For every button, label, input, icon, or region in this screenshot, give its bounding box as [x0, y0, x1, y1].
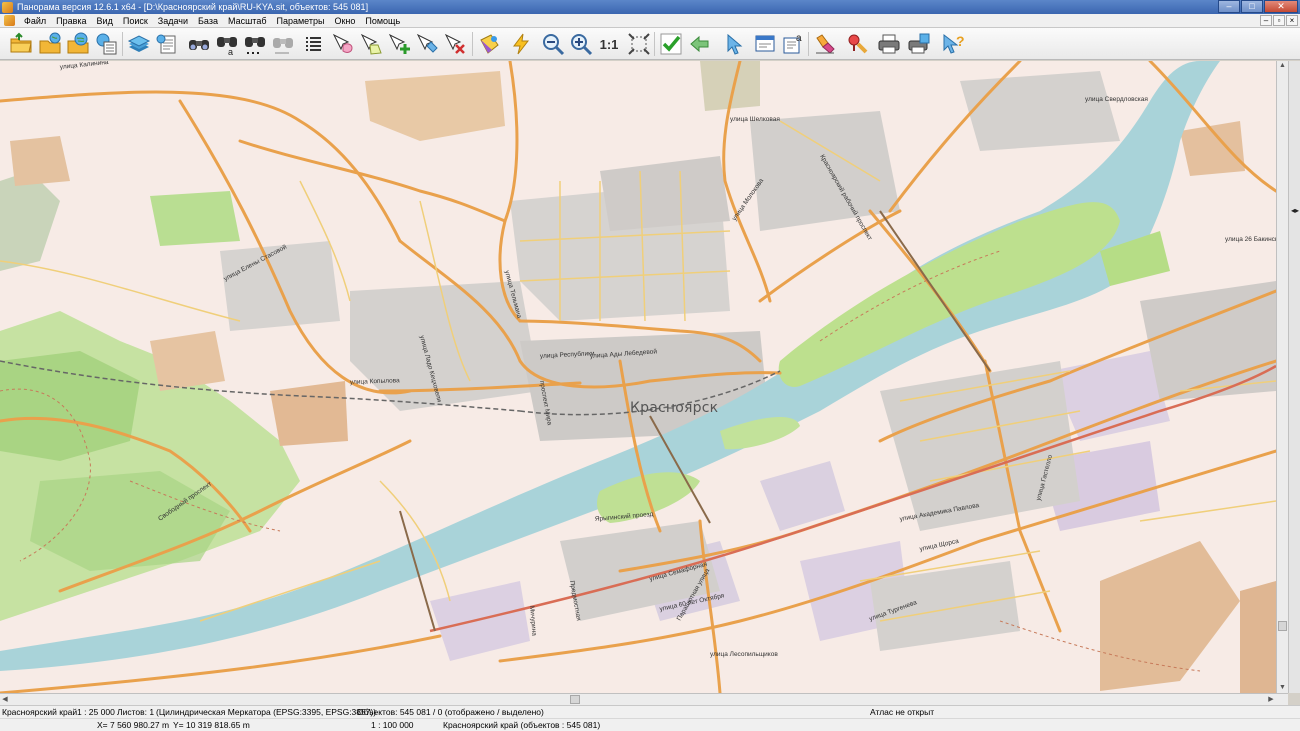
menu-edit[interactable]: Правка	[51, 14, 91, 28]
print-setup-icon[interactable]	[906, 31, 932, 57]
toolbar-separator	[472, 32, 473, 56]
menu-bar: Файл Правка Вид Поиск Задачи База Масшта…	[0, 14, 1300, 28]
svg-text:a: a	[796, 33, 802, 44]
back-arrow-icon[interactable]	[686, 31, 712, 57]
select-object-icon[interactable]	[330, 31, 356, 57]
lightning-icon[interactable]	[508, 31, 534, 57]
actual-scale-label: 1:1	[599, 36, 619, 52]
status-layer-info: Красноярский край (объектов : 545 081)	[443, 720, 601, 730]
map-legend-icon[interactable]	[154, 31, 180, 57]
edit-object-icon[interactable]	[414, 31, 440, 57]
street-label: улица Шелковая	[730, 116, 780, 123]
toolbar-separator	[122, 32, 123, 56]
status-projection: (Цилиндрическая Меркатора (EPSG:3395, EP…	[156, 707, 377, 717]
menu-file[interactable]: Файл	[19, 14, 51, 28]
menu-parameters[interactable]: Параметры	[271, 14, 329, 28]
printer-icon[interactable]	[876, 31, 902, 57]
menu-window[interactable]: Окно	[329, 14, 360, 28]
menu-tasks[interactable]: Задачи	[153, 14, 193, 28]
text-window-icon[interactable]: a	[780, 31, 806, 57]
select-area-icon[interactable]	[358, 31, 384, 57]
toolbar-separator	[808, 32, 809, 56]
city-label: Красноярск	[630, 400, 719, 416]
close-button[interactable]: ✕	[1264, 0, 1298, 13]
zoom-out-icon[interactable]	[540, 31, 566, 57]
status-sheets: Листов: 1	[117, 707, 155, 717]
check-icon[interactable]	[658, 31, 684, 57]
actual-scale-button[interactable]: 1:1	[596, 31, 622, 57]
place-marker-icon[interactable]	[844, 31, 870, 57]
binoculars-search-icon[interactable]: a	[214, 31, 240, 57]
open-folder-icon[interactable]	[8, 31, 34, 57]
binoculars-disabled-icon[interactable]	[270, 31, 296, 57]
fit-window-icon[interactable]	[626, 31, 652, 57]
help-icon[interactable]: ?	[940, 31, 966, 57]
doc-restore-button[interactable]: ▫	[1273, 15, 1285, 26]
map-view[interactable]: улица Калинина улица Елены Стасовой улица …	[0, 61, 1276, 693]
status-atlas: Атлас не открыт	[870, 707, 935, 717]
street-label: улица Лесопильщиков	[710, 651, 778, 658]
scroll-up-icon[interactable]: ▲	[1277, 61, 1288, 71]
horizontal-scroll-thumb[interactable]	[570, 695, 580, 704]
map-canvas[interactable]: улица Калининаулица Елены Стасовойулица …	[0, 61, 1276, 693]
menu-view[interactable]: Вид	[92, 14, 118, 28]
scroll-left-icon[interactable]: ◀	[0, 694, 10, 705]
status-scale: 1 : 25 000	[77, 707, 115, 717]
doc-close-button[interactable]: ×	[1286, 15, 1298, 26]
add-map-icon[interactable]	[65, 31, 91, 57]
document-icon[interactable]	[4, 15, 15, 26]
document-window-controls: – ▫ ×	[1259, 15, 1298, 26]
delete-object-icon[interactable]	[442, 31, 468, 57]
street-label: улица Свердловская	[1085, 96, 1148, 103]
menu-scale[interactable]: Масштаб	[223, 14, 272, 28]
street-label: улица 26 Бакинских комиссаров	[1225, 236, 1276, 243]
layers-icon[interactable]	[126, 31, 152, 57]
doc-minimize-button[interactable]: –	[1260, 15, 1272, 26]
status-bar-top: Красноярский край 1 : 25 000 Листов: 1 (…	[0, 705, 1300, 718]
add-object-icon[interactable]	[386, 31, 412, 57]
status-x-coordinate: X= 7 560 980.27 m	[97, 720, 170, 730]
paint-icon[interactable]	[476, 31, 502, 57]
open-map-icon[interactable]	[37, 31, 63, 57]
expand-panel-icon[interactable]: ◂▸	[1291, 206, 1299, 215]
toolbar-separator	[654, 32, 655, 56]
status-map-name: Красноярский край	[2, 707, 78, 717]
window-title: Панорама версия 12.6.1 x64 - [D:\Красноя…	[17, 2, 369, 12]
scroll-right-icon[interactable]: ▶	[1266, 694, 1276, 705]
binoculars-next-icon[interactable]	[242, 31, 268, 57]
binoculars-icon[interactable]	[186, 31, 212, 57]
status-objects: Объектов: 545 081 / 0 (отображено / выде…	[357, 707, 544, 717]
side-panel-strip[interactable]: ◂▸	[1288, 61, 1300, 693]
svg-text:?: ?	[956, 33, 965, 49]
svg-text:a: a	[228, 47, 233, 56]
horizontal-scrollbar[interactable]: ◀ ▶	[0, 693, 1288, 705]
status-scale-secondary: 1 : 100 000	[371, 720, 414, 730]
eraser-icon[interactable]	[812, 31, 838, 57]
menu-database[interactable]: База	[193, 14, 223, 28]
window-controls: – □ ✕	[1217, 0, 1298, 14]
app-icon	[2, 1, 13, 13]
toolbar: a 1:1 a ?	[0, 28, 1300, 60]
menu-help[interactable]: Помощь	[360, 14, 405, 28]
vertical-scroll-thumb[interactable]	[1278, 621, 1287, 631]
application-window: Панорама версия 12.6.1 x64 - [D:\Красноя…	[0, 0, 1300, 731]
list-icon[interactable]	[300, 31, 326, 57]
title-bar: Панорама версия 12.6.1 x64 - [D:\Красноя…	[0, 0, 1300, 14]
menu-search[interactable]: Поиск	[118, 14, 153, 28]
zoom-in-icon[interactable]	[568, 31, 594, 57]
minimize-button[interactable]: –	[1218, 0, 1240, 13]
vertical-scrollbar[interactable]: ▲ ▼	[1276, 61, 1288, 693]
status-y-coordinate: Y= 10 319 818.65 m	[173, 720, 250, 730]
pointer-icon[interactable]	[720, 31, 746, 57]
status-bar-bottom: X= 7 560 980.27 m Y= 10 319 818.65 m 1 :…	[0, 718, 1300, 731]
map-list-icon[interactable]	[93, 31, 119, 57]
maximize-button[interactable]: □	[1241, 0, 1263, 13]
window-icon[interactable]	[752, 31, 778, 57]
scroll-down-icon[interactable]: ▼	[1277, 683, 1288, 693]
